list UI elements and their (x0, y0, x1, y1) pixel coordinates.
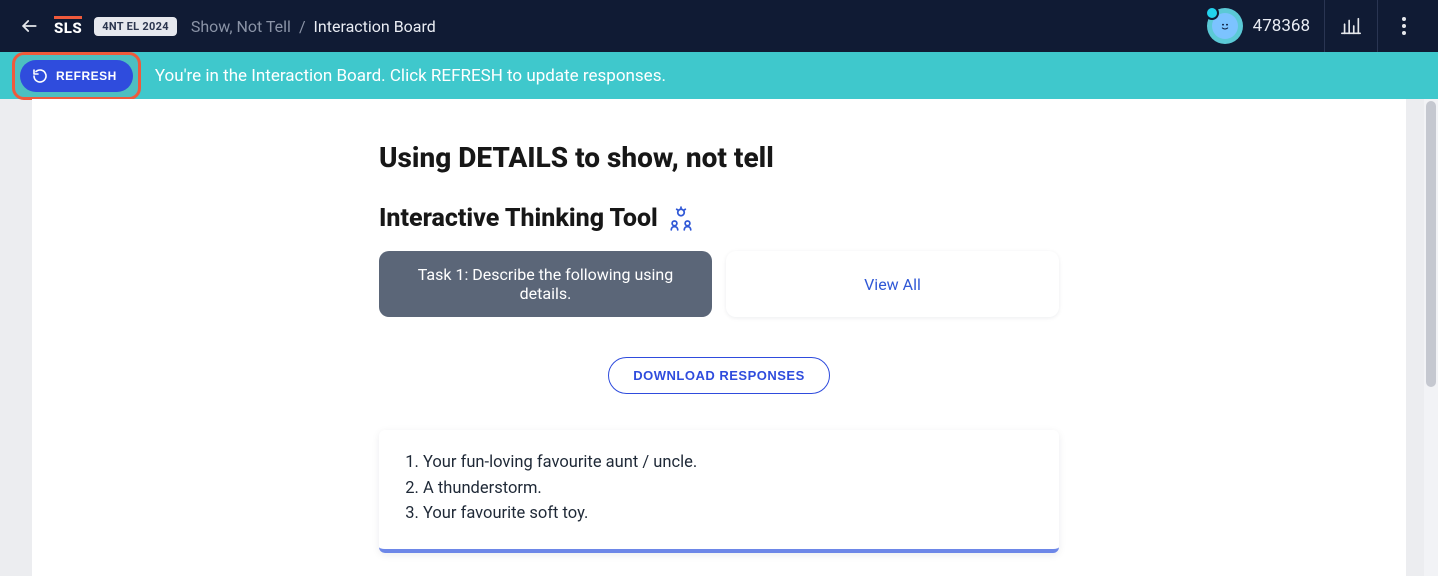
breadcrumb: Show, Not Tell / Interaction Board (191, 17, 436, 36)
breadcrumb-current: Interaction Board (314, 17, 436, 36)
list-item: A thunderstorm. (423, 476, 1037, 502)
info-message: You're in the Interaction Board. Click R… (155, 66, 666, 86)
tab-task-1[interactable]: Task 1: Describe the following using det… (379, 251, 712, 317)
notification-dot-icon (1205, 6, 1219, 20)
refresh-highlight: REFRESH (12, 52, 141, 100)
thinking-people-icon (668, 206, 694, 232)
content-scroll[interactable]: Using DETAILS to show, not tell Interact… (0, 99, 1438, 576)
prompt-list: Your fun-loving favourite aunt / uncle. … (401, 450, 1037, 527)
class-badge[interactable]: 4NT EL 2024 (94, 17, 177, 36)
scrollbar[interactable] (1424, 99, 1438, 576)
content-page: Using DETAILS to show, not tell Interact… (32, 99, 1406, 576)
tab-view-all[interactable]: View All (726, 251, 1059, 317)
breadcrumb-separator: / (299, 17, 306, 36)
list-item: Your fun-loving favourite aunt / uncle. (423, 450, 1037, 476)
refresh-label: REFRESH (56, 69, 117, 83)
list-item: Your favourite soft toy. (423, 501, 1037, 527)
scrollbar-thumb[interactable] (1426, 101, 1436, 387)
refresh-button[interactable]: REFRESH (20, 60, 133, 92)
download-wrap: DOWNLOAD RESPONSES (379, 357, 1059, 394)
avatar (1207, 8, 1243, 44)
task-tabs: Task 1: Describe the following using det… (379, 251, 1059, 317)
bar-chart-icon (1340, 15, 1362, 37)
page-title: Using DETAILS to show, not tell (379, 141, 1059, 174)
info-bar: REFRESH You're in the Interaction Board.… (0, 52, 1438, 99)
section-subtitle: Interactive Thinking Tool (379, 204, 1059, 233)
kebab-menu-icon (1402, 17, 1406, 35)
app-logo: SLS (54, 16, 82, 37)
more-menu-button[interactable] (1378, 0, 1430, 52)
breadcrumb-parent[interactable]: Show, Not Tell (191, 17, 291, 36)
analytics-button[interactable] (1325, 0, 1377, 52)
header-right: 478368 (1193, 0, 1430, 52)
content-inner: Using DETAILS to show, not tell Interact… (379, 99, 1059, 576)
subtitle-text: Interactive Thinking Tool (379, 204, 658, 233)
points-value: 478368 (1253, 16, 1310, 36)
app-header: SLS 4NT EL 2024 Show, Not Tell / Interac… (0, 0, 1438, 52)
back-button[interactable] (12, 9, 46, 43)
prompt-card: Your fun-loving favourite aunt / uncle. … (379, 430, 1059, 553)
back-arrow-icon (19, 16, 39, 36)
refresh-icon (32, 68, 48, 84)
user-points[interactable]: 478368 (1193, 8, 1324, 44)
download-responses-button[interactable]: DOWNLOAD RESPONSES (608, 357, 830, 394)
